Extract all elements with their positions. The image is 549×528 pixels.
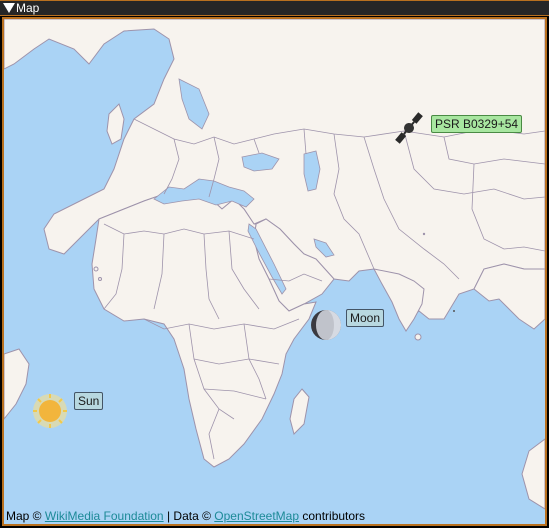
map-panel: Map PSR B0329+54 Moon Sun Map © WikiMedi… [0,0,549,528]
map-canvas [4,19,545,524]
map-view[interactable]: PSR B0329+54 Moon Sun Map © WikiMedia Fo… [2,17,547,526]
sun-marker-label[interactable]: Sun [74,392,104,410]
psr-marker-label[interactable]: PSR B0329+54 [431,115,523,133]
map-attribution: Map © WikiMedia Foundation | Data © Open… [6,509,365,523]
openstreetmap-link[interactable]: OpenStreetMap [214,509,299,523]
moon-icon[interactable] [311,310,341,340]
sri-lanka [414,333,422,341]
panel-titlebar[interactable]: Map [0,0,549,16]
attribution-suffix: contributors [302,509,366,523]
sun-icon[interactable] [33,394,67,428]
wikimedia-link[interactable]: WikiMedia Foundation [45,509,164,523]
moon-marker-label[interactable]: Moon [346,309,385,327]
attribution-mid: | Data © [166,509,211,523]
panel-title: Map [16,1,40,15]
collapse-triangle-icon[interactable] [3,3,15,13]
attribution-prefix: Map © [6,509,42,523]
